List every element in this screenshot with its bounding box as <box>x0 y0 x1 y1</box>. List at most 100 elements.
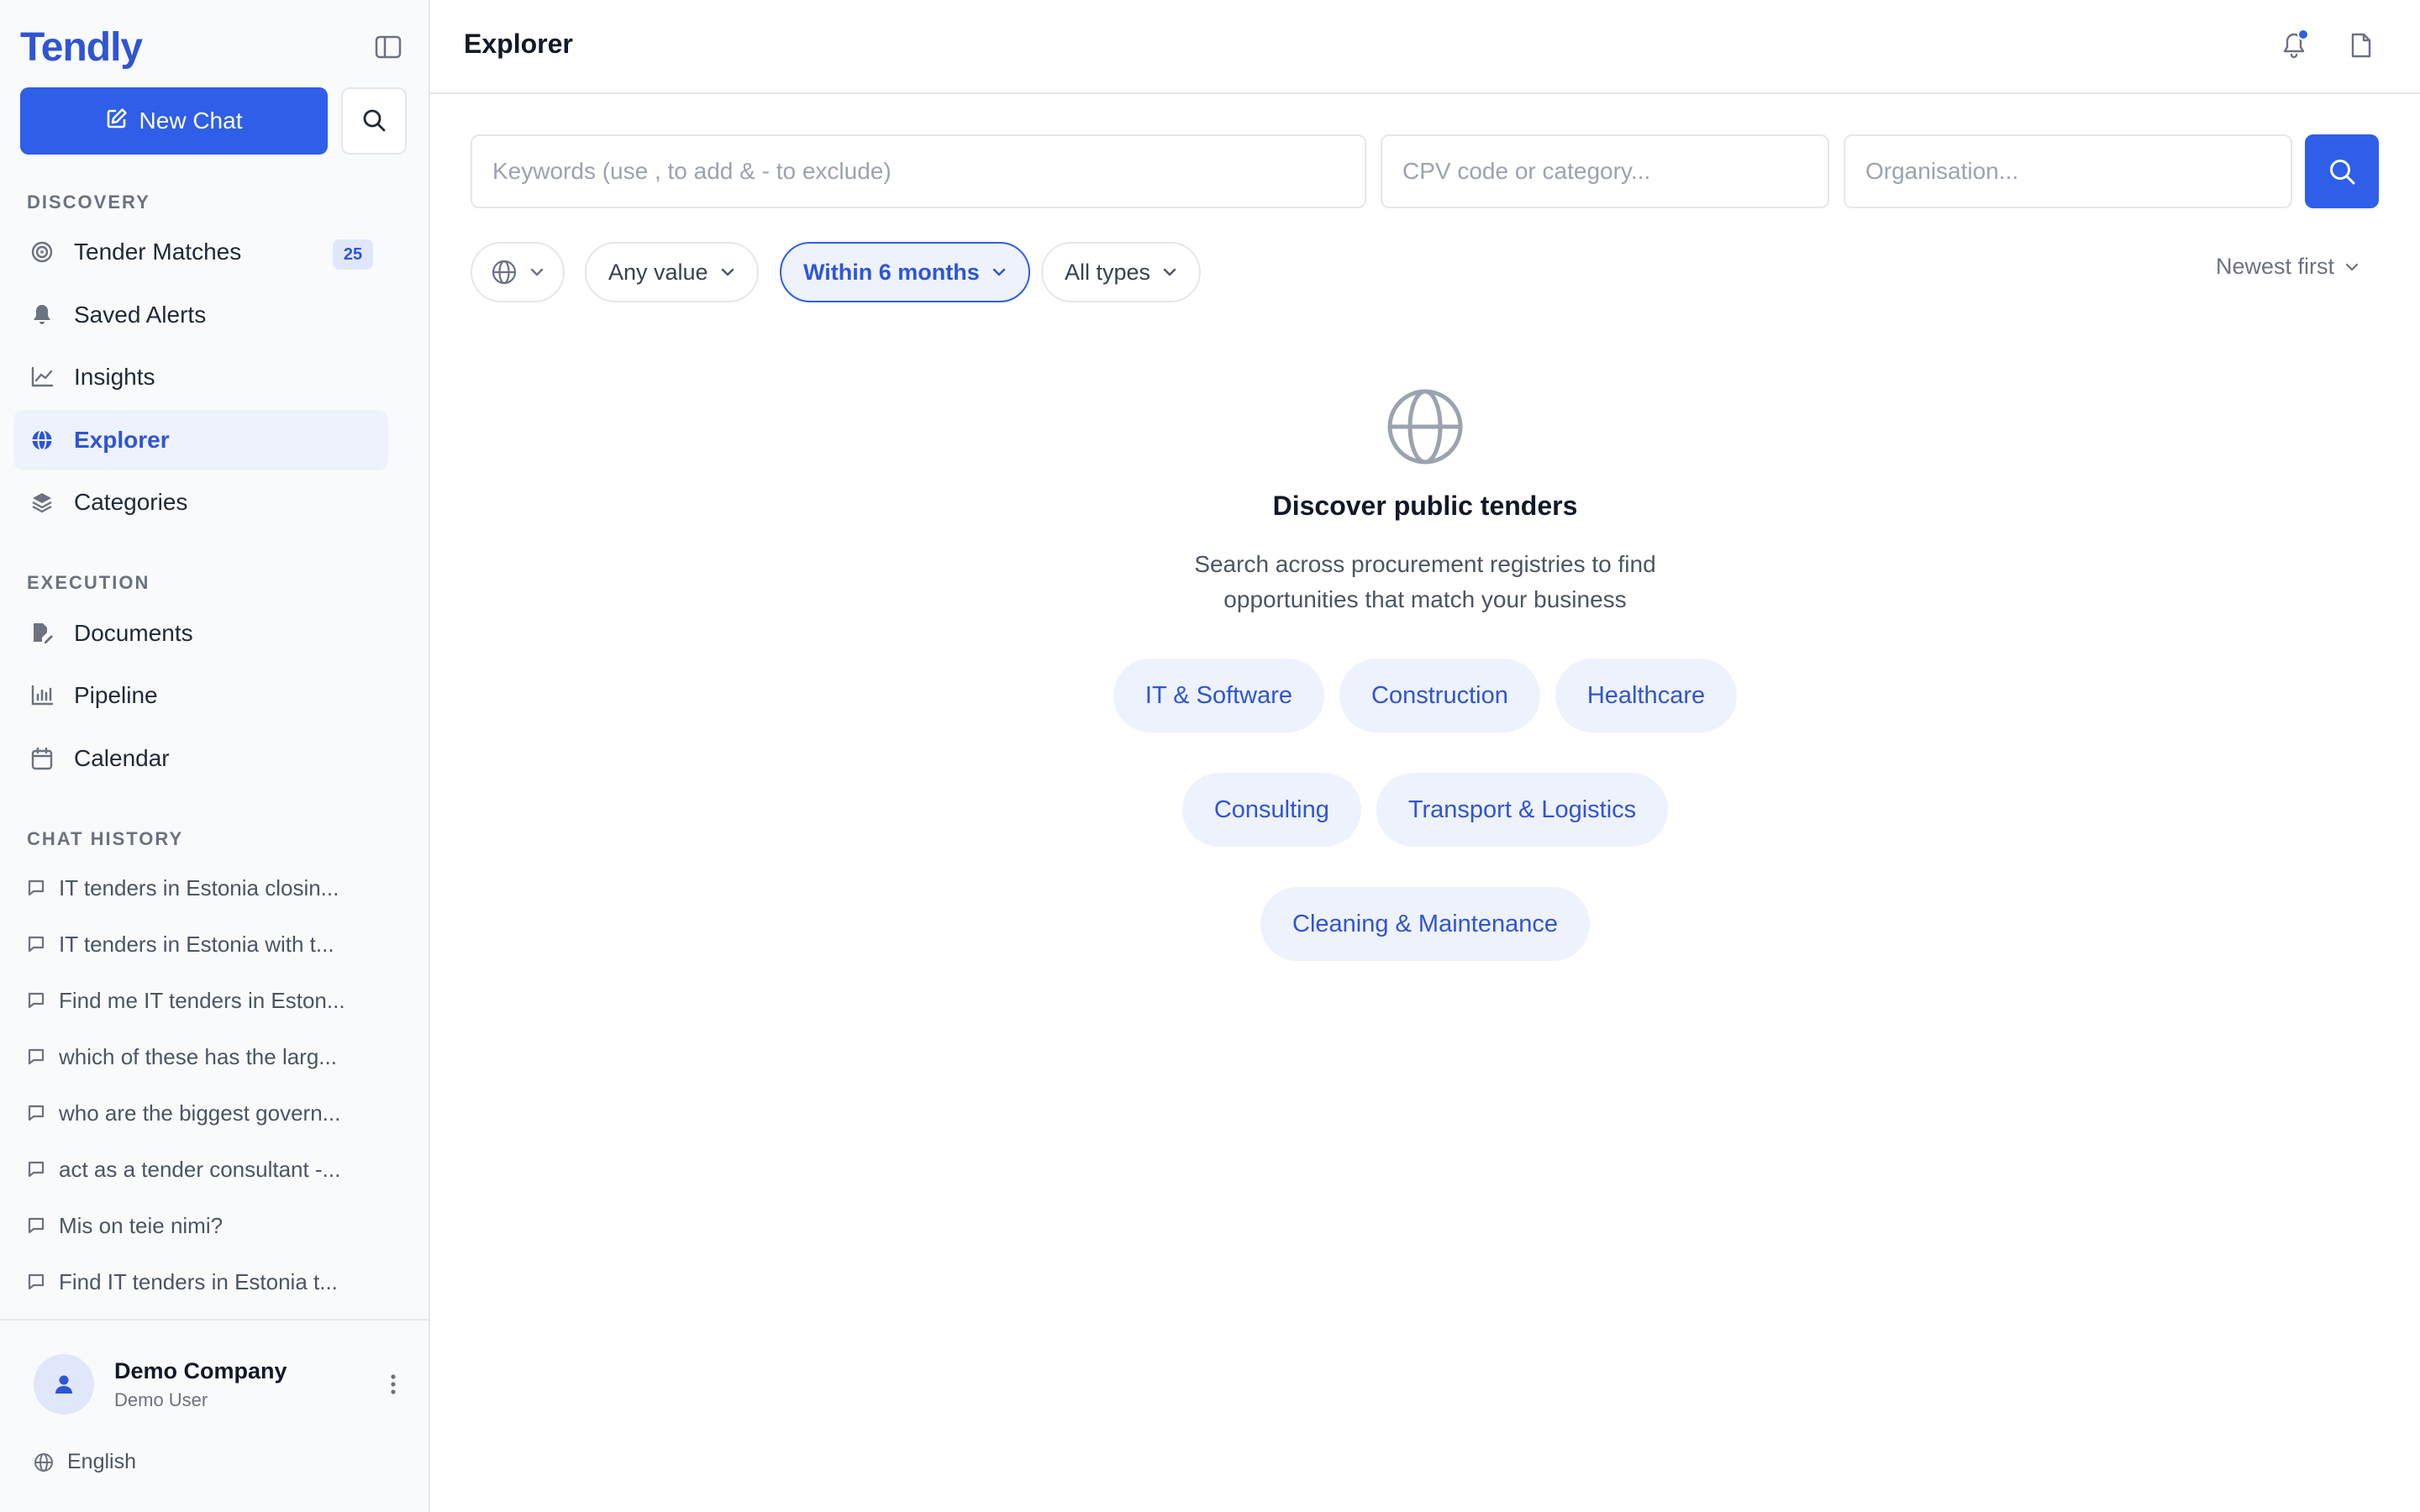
category-row: Consulting Transport & Logistics <box>430 773 2420 847</box>
new-chat-label: New Chat <box>139 108 243 134</box>
sidebar-item-pipeline[interactable]: Pipeline <box>13 665 388 726</box>
sidebar-item-label: Insights <box>74 364 155 390</box>
globe-icon <box>34 1452 54 1473</box>
sidebar-item-label: Tender Matches <box>74 239 242 265</box>
message-icon <box>27 878 47 898</box>
category-chip-it-software[interactable]: IT & Software <box>1113 659 1325 732</box>
value-filter[interactable]: Any value <box>585 242 759 302</box>
chat-history-label: IT tenders in Estonia with t... <box>59 931 334 957</box>
sidebar-item-label: Calendar <box>74 745 170 771</box>
message-icon <box>27 934 47 954</box>
message-icon <box>27 1215 47 1236</box>
language-selector[interactable]: English <box>34 1450 136 1474</box>
category-chip-transport-logistics[interactable]: Transport & Logistics <box>1376 773 1669 847</box>
category-chip-cleaning-maintenance[interactable]: Cleaning & Maintenance <box>1260 887 1590 961</box>
sidebar-divider <box>0 1319 429 1320</box>
sidebar-actions: New Chat <box>20 87 407 155</box>
category-row: Cleaning & Maintenance <box>430 887 2420 961</box>
sidebar-item-tender-matches[interactable]: Tender Matches 25 <box>13 222 388 282</box>
document-edit-icon <box>29 620 55 647</box>
category-chip-consulting[interactable]: Consulting <box>1181 773 1361 847</box>
sidebar-item-label: Documents <box>74 620 193 646</box>
timeframe-filter-label: Within 6 months <box>803 259 980 285</box>
globe-icon <box>1385 386 1465 467</box>
chat-history-item[interactable]: who are the biggest govern... <box>27 1092 380 1134</box>
message-icon <box>27 990 47 1011</box>
chevron-down-icon <box>992 267 1007 277</box>
layers-icon <box>29 489 55 516</box>
empty-state-description: Search across procurement registries to … <box>1194 551 1656 612</box>
chat-history-item[interactable]: Find IT tenders in Estonia t... <box>27 1261 380 1303</box>
file-icon <box>2350 32 2372 59</box>
chat-history-item[interactable]: Mis on teie nimi? <box>27 1205 380 1247</box>
main-content: Explorer Keywords (use , to add & - to e… <box>430 0 2420 1512</box>
chat-history-item[interactable]: Find me IT tenders in Eston... <box>27 979 380 1021</box>
chat-history-label: act as a tender consultant -... <box>59 1156 341 1182</box>
category-chip-construction[interactable]: Construction <box>1339 659 1540 732</box>
chevron-down-icon <box>1162 267 1177 277</box>
message-icon <box>27 1272 47 1292</box>
organisation-input[interactable] <box>1844 134 2292 208</box>
chat-history-item[interactable]: IT tenders in Estonia with t... <box>27 923 380 965</box>
search-button[interactable] <box>2305 134 2379 208</box>
topbar: Explorer <box>430 0 2420 94</box>
chat-history-label: Find IT tenders in Estonia t... <box>59 1268 338 1294</box>
topbar-actions <box>2277 29 2378 62</box>
sort-dropdown[interactable]: Newest first <box>2216 254 2360 280</box>
sidebar-item-documents[interactable]: Documents <box>13 603 388 664</box>
timeframe-filter[interactable]: Within 6 months <box>780 242 1030 302</box>
search-icon <box>361 108 387 135</box>
sidebar-item-explorer[interactable]: Explorer <box>13 410 388 470</box>
search-icon <box>2328 157 2356 186</box>
sidebar-toggle-icon[interactable] <box>370 29 407 66</box>
globe-icon <box>491 259 518 286</box>
sidebar-item-calendar[interactable]: Calendar <box>13 728 388 789</box>
language-label: English <box>67 1450 136 1473</box>
more-vertical-icon[interactable] <box>378 1366 408 1403</box>
sidebar-item-label: Categories <box>74 489 188 515</box>
sidebar-item-saved-alerts[interactable]: Saved Alerts <box>13 285 388 345</box>
new-chat-button[interactable]: New Chat <box>20 87 328 155</box>
region-filter[interactable] <box>471 242 565 302</box>
avatar <box>34 1354 94 1415</box>
sidebar-item-label: Pipeline <box>74 682 158 708</box>
target-icon <box>29 239 55 265</box>
brand-logo[interactable]: Tendly <box>20 24 143 71</box>
bar-chart-icon <box>29 682 55 709</box>
calendar-icon <box>29 745 55 772</box>
message-icon <box>27 1047 47 1067</box>
value-filter-label: Any value <box>608 259 708 285</box>
chat-history-label: which of these has the larg... <box>59 1043 337 1069</box>
section-label-chat-history: CHAT HISTORY <box>27 828 184 849</box>
sidebar: Tendly New Chat DISCOVERY Tender Matches… <box>0 0 430 1512</box>
chat-history-item[interactable]: act as a tender consultant -... <box>27 1148 380 1190</box>
sidebar-item-label: Explorer <box>74 427 170 453</box>
chat-history-item[interactable]: IT tenders in Estonia closin... <box>27 867 380 909</box>
globe-icon <box>29 427 55 454</box>
document-button[interactable] <box>2344 29 2378 62</box>
notifications-button[interactable] <box>2277 29 2311 62</box>
empty-state-title: Discover public tenders <box>1272 491 1578 521</box>
message-icon <box>27 1103 47 1123</box>
sidebar-item-insights[interactable]: Insights <box>13 347 388 407</box>
section-label-discovery: DISCOVERY <box>27 192 150 213</box>
sidebar-search-button[interactable] <box>341 87 407 155</box>
category-chip-healthcare[interactable]: Healthcare <box>1555 659 1738 732</box>
type-filter[interactable]: All types <box>1041 242 1202 302</box>
chat-history-label: Find me IT tenders in Eston... <box>59 987 345 1013</box>
cpv-input[interactable] <box>1381 134 1829 208</box>
edit-icon <box>106 108 128 135</box>
category-row: IT & Software Construction Healthcare <box>430 659 2420 732</box>
section-label-execution: EXECUTION <box>27 572 150 593</box>
sidebar-item-categories[interactable]: Categories <box>13 472 388 533</box>
user-profile[interactable]: Demo Company Demo User <box>34 1354 408 1415</box>
chat-history-item[interactable]: which of these has the larg... <box>27 1036 380 1078</box>
sidebar-item-label: Saved Alerts <box>74 302 207 328</box>
page-title: Explorer <box>464 29 573 59</box>
matches-count-badge: 25 <box>333 239 373 270</box>
keywords-input[interactable] <box>471 134 1366 208</box>
company-name: Demo Company <box>114 1357 287 1383</box>
brand-row: Tendly <box>20 22 407 72</box>
type-filter-label: All types <box>1065 259 1151 285</box>
notification-dot <box>2297 29 2309 40</box>
